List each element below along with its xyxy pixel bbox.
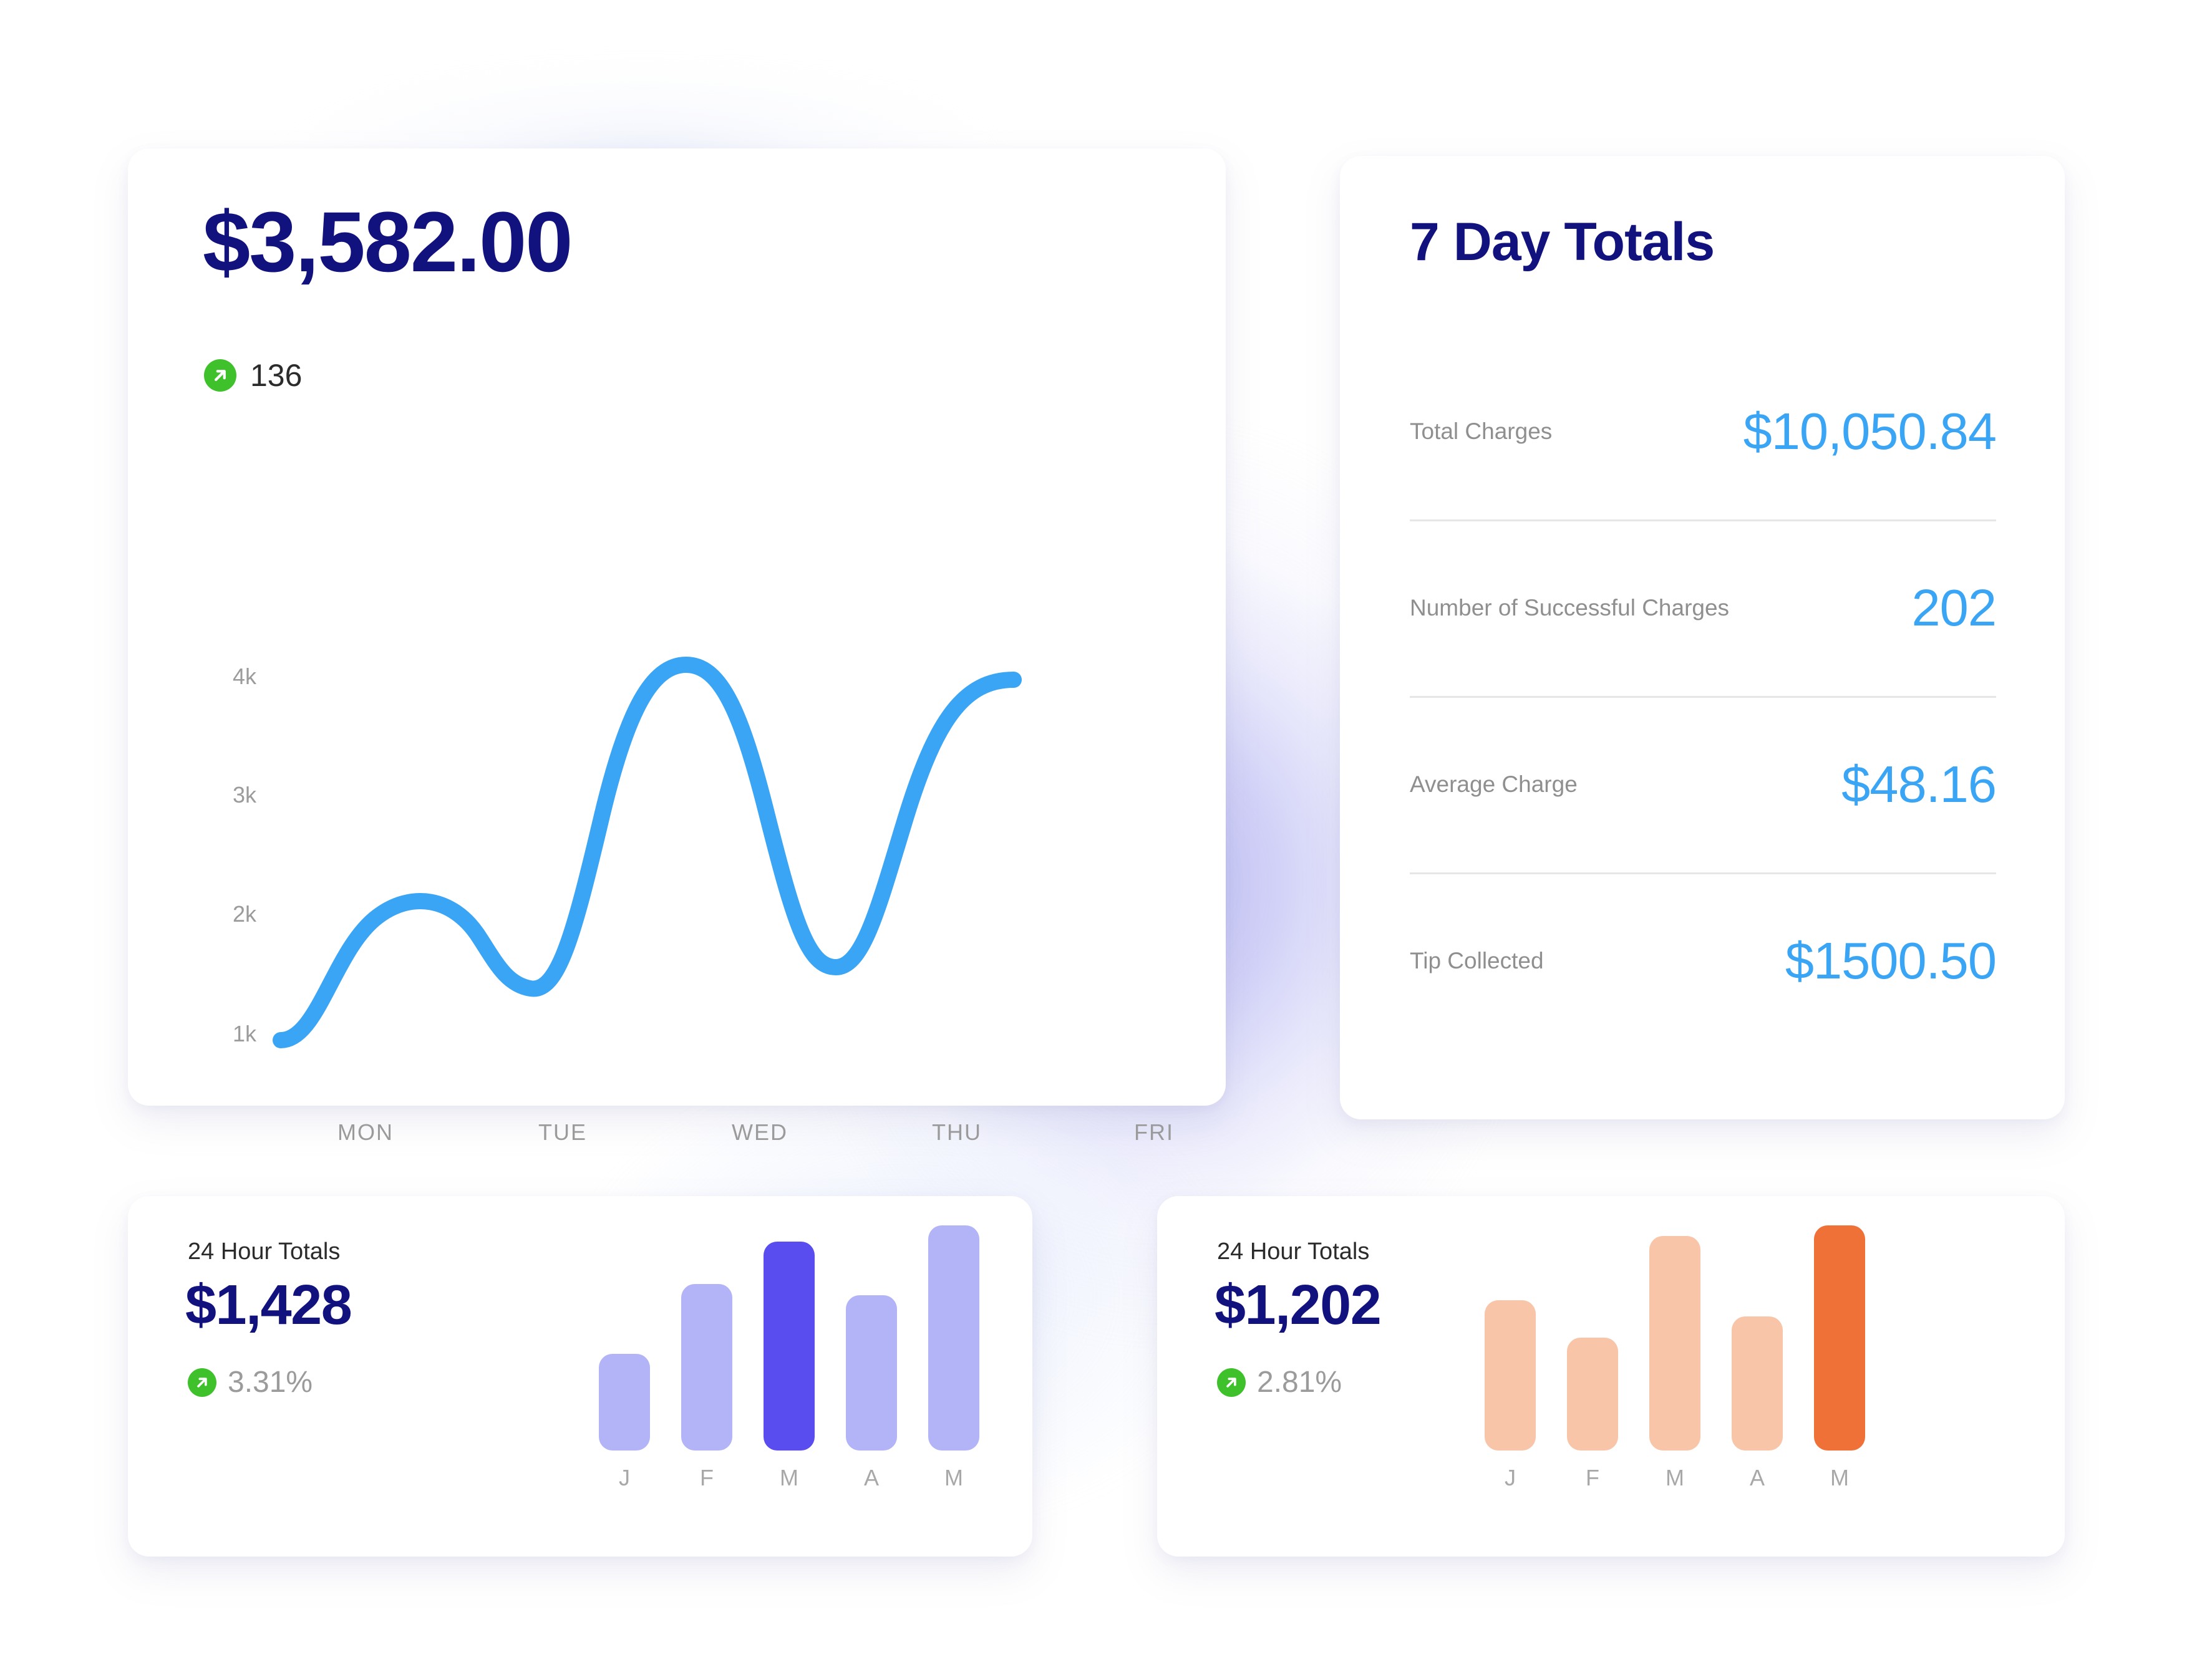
bar-label-may: M <box>1830 1465 1849 1490</box>
arrow-up-right-icon <box>204 359 236 392</box>
summary-left-delta-value: 3.31% <box>228 1366 313 1399</box>
bar-label-apr: A <box>863 1465 879 1490</box>
bar-jan <box>599 1354 650 1451</box>
bar-feb <box>1567 1338 1618 1451</box>
revenue-line-chart <box>128 610 1226 1059</box>
bar-column: M <box>1798 1221 1881 1489</box>
arrow-up-right-icon <box>1217 1368 1246 1397</box>
summary-right-bar-chart: J F M A M <box>1469 1221 1881 1489</box>
bar-mar <box>764 1241 815 1451</box>
totals-row-tip-collected: Tip Collected $1500.50 <box>1410 872 1997 1049</box>
bar-column: F <box>1551 1221 1634 1489</box>
totals-value-total-charges: $10,050.84 <box>1743 402 1997 460</box>
totals-row-successful-charges: Number of Successful Charges 202 <box>1410 519 1997 696</box>
totals-list: Total Charges $10,050.84 Number of Succe… <box>1410 343 1997 1049</box>
bar-label-jan: J <box>1505 1465 1516 1490</box>
summary-left-delta: 3.31% <box>188 1368 313 1398</box>
totals-value-successful-charges: 202 <box>1911 578 1997 637</box>
bar-jan <box>1485 1300 1536 1451</box>
revenue-delta: 136 <box>204 359 302 392</box>
x-axis-tick-mon: MON <box>337 1119 394 1145</box>
bar-label-may: M <box>944 1465 963 1490</box>
bar-apr <box>1732 1316 1783 1451</box>
bar-column: M <box>1634 1221 1716 1489</box>
x-axis-tick-wed: WED <box>732 1119 788 1145</box>
totals-card-title: 7 Day Totals <box>1410 212 1715 272</box>
revenue-delta-value: 136 <box>250 358 303 393</box>
bar-label-mar: M <box>1666 1465 1684 1490</box>
totals-label-tip-collected: Tip Collected <box>1410 947 1544 973</box>
bar-may <box>1814 1225 1865 1451</box>
bar-label-feb: F <box>1586 1465 1599 1490</box>
bar-column: A <box>1716 1221 1798 1489</box>
seven-day-totals-card: 7 Day Totals Total Charges $10,050.84 Nu… <box>1340 156 2065 1119</box>
totals-value-average-charge: $48.16 <box>1841 755 1997 813</box>
x-axis-tick-fri: FRI <box>1134 1119 1174 1145</box>
bar-column: F <box>666 1221 748 1489</box>
bar-apr <box>846 1295 897 1451</box>
summary-right-heading: 24 Hour Totals <box>1217 1238 1370 1265</box>
arrow-up-right-icon <box>188 1368 216 1397</box>
bar-column: M <box>913 1221 995 1489</box>
bar-feb <box>681 1284 732 1451</box>
dashboard-root: $3,582.00 136 4k 3k 2k 1k MON TUE WED TH… <box>0 0 2192 1680</box>
bar-label-feb: F <box>700 1465 714 1490</box>
x-axis-tick-thu: THU <box>932 1119 982 1145</box>
summary-card-right: 24 Hour Totals $1,202 2.81% J F M A M <box>1157 1196 2065 1557</box>
totals-label-total-charges: Total Charges <box>1410 418 1553 444</box>
revenue-amount: $3,582.00 <box>203 195 573 290</box>
totals-label-average-charge: Average Charge <box>1410 771 1578 797</box>
summary-left-amount: $1,428 <box>185 1274 352 1336</box>
bar-may <box>928 1225 979 1451</box>
bar-label-apr: A <box>1749 1465 1765 1490</box>
totals-row-average-charge: Average Charge $48.16 <box>1410 696 1997 872</box>
totals-value-tip-collected: $1500.50 <box>1785 931 1997 990</box>
revenue-line-chart-svg <box>273 657 1022 1048</box>
summary-left-heading: 24 Hour Totals <box>188 1238 341 1265</box>
bar-mar <box>1649 1236 1700 1451</box>
bar-column: J <box>1469 1221 1551 1489</box>
totals-row-total-charges: Total Charges $10,050.84 <box>1410 343 1997 519</box>
bar-label-jan: J <box>619 1465 630 1490</box>
bar-label-mar: M <box>780 1465 798 1490</box>
bar-column: J <box>583 1221 666 1489</box>
totals-label-successful-charges: Number of Successful Charges <box>1410 594 1730 620</box>
summary-right-amount: $1,202 <box>1215 1274 1382 1336</box>
x-axis-tick-tue: TUE <box>538 1119 587 1145</box>
summary-card-left: 24 Hour Totals $1,428 3.31% J F M A M <box>128 1196 1032 1557</box>
bar-column: M <box>748 1221 830 1489</box>
bar-column: A <box>830 1221 913 1489</box>
summary-right-delta: 2.81% <box>1217 1368 1342 1398</box>
summary-right-delta-value: 2.81% <box>1257 1366 1342 1399</box>
summary-left-bar-chart: J F M A M <box>583 1221 995 1489</box>
revenue-card: $3,582.00 136 4k 3k 2k 1k MON TUE WED TH… <box>128 148 1226 1144</box>
